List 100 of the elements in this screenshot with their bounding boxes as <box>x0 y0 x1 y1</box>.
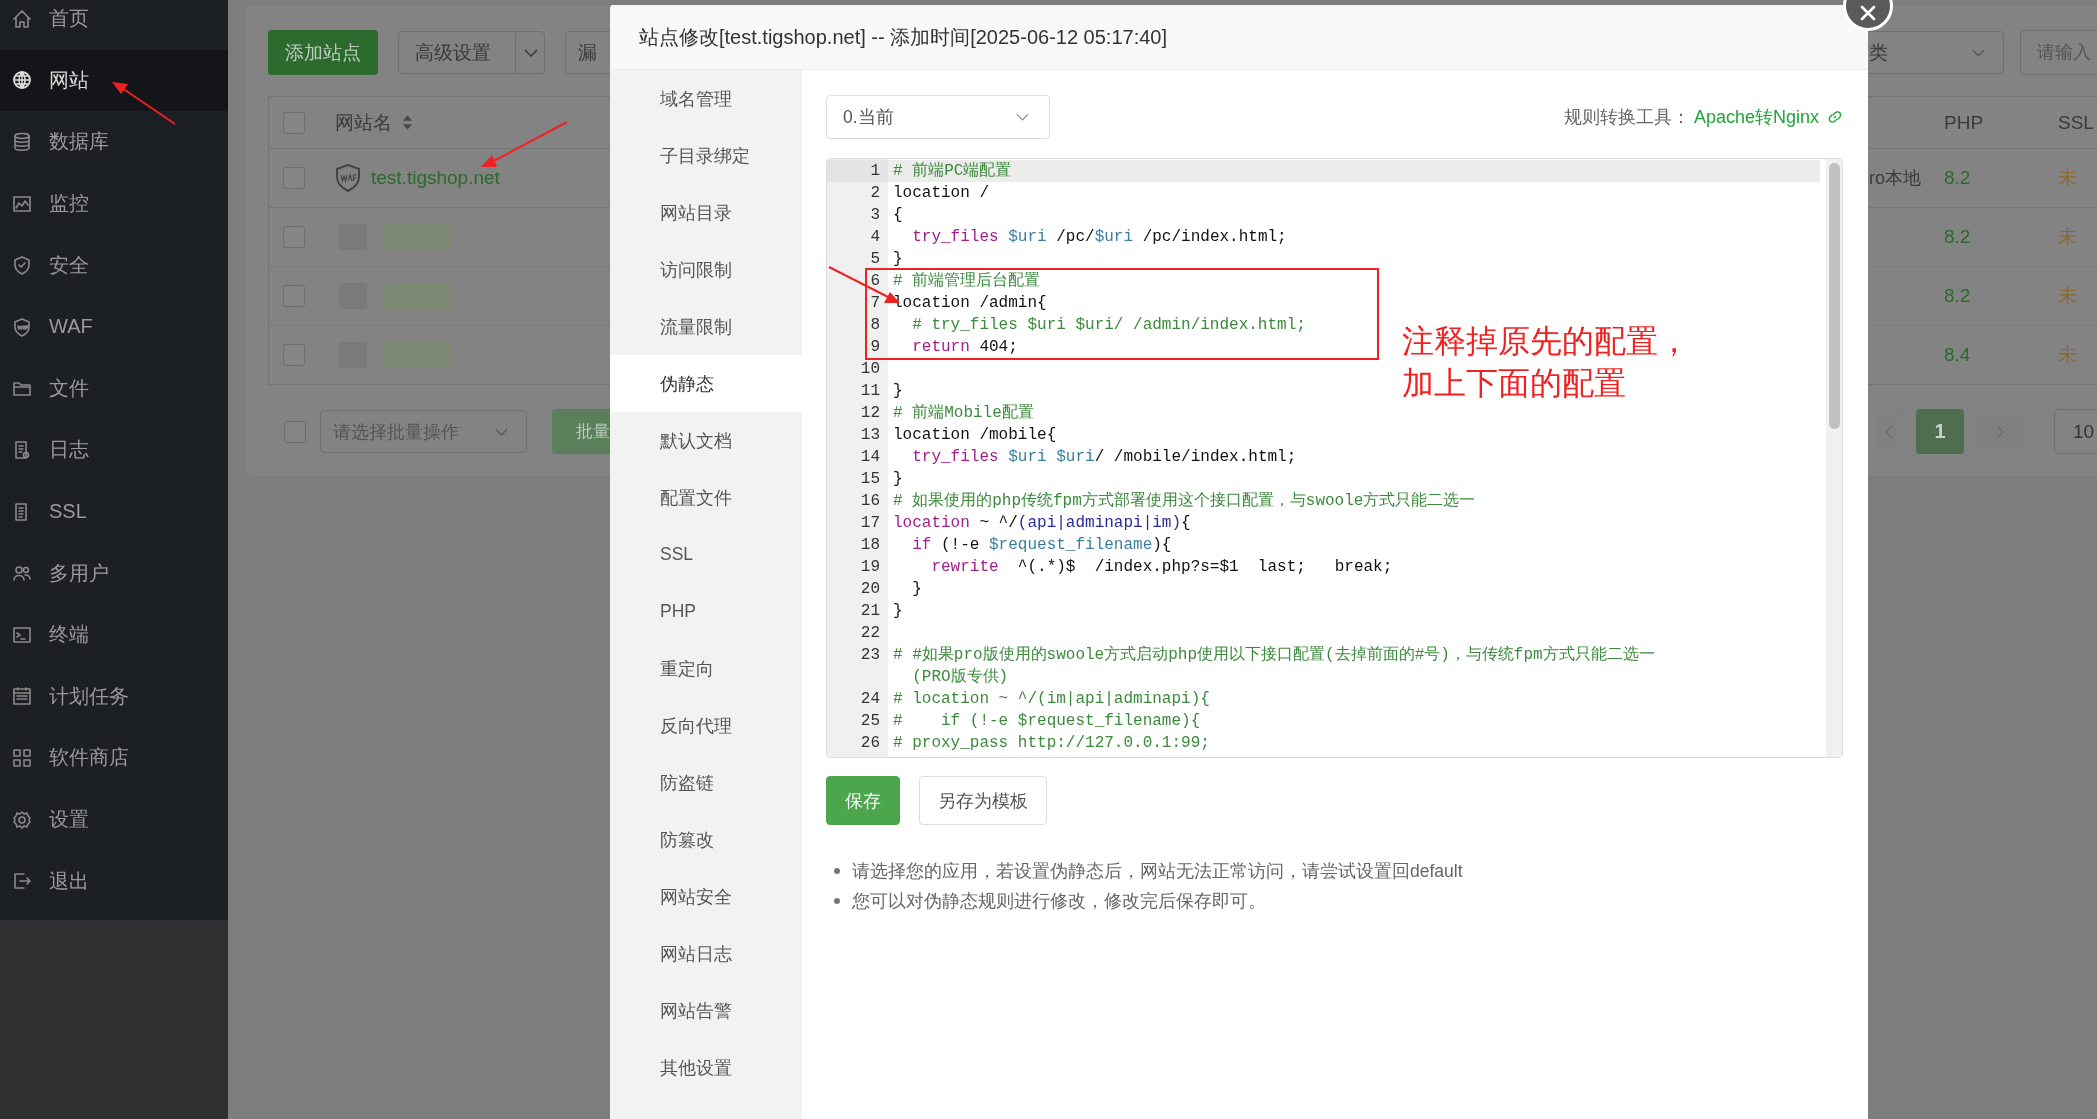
modal-nav-item[interactable]: 网站安全 <box>610 868 802 925</box>
line-number: 21 <box>860 601 880 622</box>
line-number: 12 <box>860 403 880 424</box>
modal-nav-item[interactable]: 子目录绑定 <box>610 127 802 184</box>
modal-nav-item[interactable]: 伪静态 <box>610 355 802 412</box>
add-site-button[interactable]: 添加站点 <box>268 30 378 75</box>
modal-nav-item[interactable]: 流量限制 <box>610 298 802 355</box>
shield-icon <box>335 164 361 192</box>
line-number: 1 <box>870 161 880 182</box>
sidebar-item[interactable]: 设置 <box>0 788 228 851</box>
bullet-icon <box>834 868 840 874</box>
dialog-button[interactable]: 另存为模板 <box>919 776 1047 825</box>
annotation-arrow <box>112 82 176 125</box>
code-line: # location ~ ^/(im|api|adminapi){ <box>893 689 1210 710</box>
sidebar-item[interactable]: 日志 <box>0 419 228 481</box>
caret-icon <box>495 427 508 436</box>
sidebar-item[interactable]: WAF <box>0 295 228 358</box>
line-number: 19 <box>860 557 880 578</box>
sidebar-item[interactable]: 首页 <box>0 0 228 50</box>
code-line: { <box>893 205 904 226</box>
modal-nav-item[interactable]: 网站目录 <box>610 184 802 241</box>
line-number: 10 <box>860 359 880 380</box>
modal-nav-item[interactable]: 重定向 <box>610 640 802 697</box>
shield-icon <box>11 315 33 338</box>
code-line: # 前端Mobile配置 <box>893 403 1034 424</box>
line-number: 20 <box>860 579 880 600</box>
column-header: 网站名 <box>335 110 392 135</box>
link-icon[interactable] <box>1827 109 1843 125</box>
modal-nav-item[interactable]: SSL <box>610 526 802 583</box>
code-line: location /admin{ <box>893 293 1047 314</box>
line-number: 15 <box>860 469 880 490</box>
modal-nav-item[interactable]: 域名管理 <box>610 70 802 127</box>
scrollbar[interactable] <box>1826 159 1842 757</box>
code-line: # 前端管理后台配置 <box>893 271 1041 292</box>
code-line: location ~ ^/(api|adminapi|im){ <box>893 513 1191 534</box>
line-number: 23 <box>860 645 880 666</box>
code-line: if (!-e $request_filename){ <box>911 535 1172 556</box>
bullet-icon <box>834 898 840 904</box>
annotation-text: 加上下面的配置 <box>1402 364 1627 403</box>
page-button[interactable]: 1 <box>1916 409 1964 454</box>
sidebar-item[interactable]: 终端 <box>0 603 228 666</box>
close-icon <box>1858 3 1878 23</box>
sidebar-item[interactable]: 数据库 <box>0 111 228 173</box>
code-editor[interactable] <box>826 158 1843 758</box>
sidebar-item[interactable]: 监控 <box>0 172 228 235</box>
code-line: rewrite ^(.*)$ /index.php?s=$1 last; break; <box>930 557 1393 578</box>
sidebar-item[interactable]: 软件商店 <box>0 727 228 789</box>
sidebar-item[interactable]: 退出 <box>0 850 228 912</box>
home-icon <box>11 7 33 30</box>
caret-icon <box>515 32 538 73</box>
modal-nav-item[interactable]: 网站日志 <box>610 925 802 982</box>
line-number: 18 <box>860 535 880 556</box>
converter-label: 规则转换工具： <box>1563 106 1690 129</box>
column-header: SSL <box>2058 111 2094 134</box>
line-number: 9 <box>870 337 880 358</box>
modal-nav-item[interactable]: 网站告警 <box>610 982 802 1039</box>
modal-nav-item[interactable]: 防篡改 <box>610 811 802 868</box>
settings-icon <box>11 808 33 831</box>
line-number: 14 <box>860 447 880 468</box>
grid-icon <box>11 746 33 769</box>
modal-nav-item[interactable]: 反向代理 <box>610 697 802 754</box>
caret-icon <box>1016 113 1029 121</box>
modal-nav-item[interactable]: 配置文件 <box>610 469 802 526</box>
sidebar-item[interactable]: 文件 <box>0 357 228 420</box>
sort-icon[interactable] <box>402 114 413 131</box>
line-number: 5 <box>870 249 880 270</box>
line-number: 3 <box>870 205 880 226</box>
code-line: # try_files $uri $uri/ /admin/index.html; <box>911 315 1306 336</box>
code-line: return 404; <box>911 337 1018 358</box>
globe-icon <box>11 69 33 92</box>
code-line: # 如果使用的php传统fpm方式部署使用这个接口配置，与swoole方式只能二选一 <box>893 490 1476 512</box>
modal-nav-item[interactable]: 其他设置 <box>610 1039 802 1096</box>
modal-nav-item[interactable]: PHP <box>610 583 802 640</box>
line-number: 16 <box>860 491 880 512</box>
code-line: } <box>911 579 922 600</box>
code-line: # #如果pro版使用的swoole方式启动php使用以下接口配置(去掉前面的#号)，与传统fpm方式只能二选一(PRO版专供) <box>893 644 1656 688</box>
code-line: } <box>893 601 904 622</box>
line-number: 26 <box>860 733 880 754</box>
line-number: 2 <box>870 183 880 204</box>
calendar-icon <box>11 685 33 708</box>
line-number: 8 <box>870 315 880 336</box>
sidebar-item[interactable]: 计划任务 <box>0 665 228 728</box>
sidebar-item[interactable]: SSL <box>0 480 228 543</box>
page-size-select[interactable]: 10 <box>2054 409 2097 454</box>
advanced-settings-button[interactable]: 高级设置 <box>398 31 545 74</box>
line-number: 25 <box>860 711 880 732</box>
modal-nav-item[interactable]: 防盗链 <box>610 754 802 811</box>
column-header: PHP <box>1944 111 1984 134</box>
converter-link[interactable]: Apache转Nginx <box>1693 105 1819 129</box>
sidebar-item[interactable]: 安全 <box>0 234 228 296</box>
code-line: } <box>893 249 904 270</box>
database-icon <box>11 131 33 153</box>
modal-nav-item[interactable]: 访问限制 <box>610 241 802 298</box>
dialog-button[interactable]: 保存 <box>826 776 900 825</box>
line-number: 6 <box>870 271 880 292</box>
sidebar-item[interactable]: 网站 <box>0 49 228 112</box>
sidebar-item[interactable]: 多用户 <box>0 542 228 604</box>
code-line: } <box>893 469 904 490</box>
version-select[interactable]: 0.当前 <box>826 95 1050 139</box>
line-number: 4 <box>870 227 880 248</box>
